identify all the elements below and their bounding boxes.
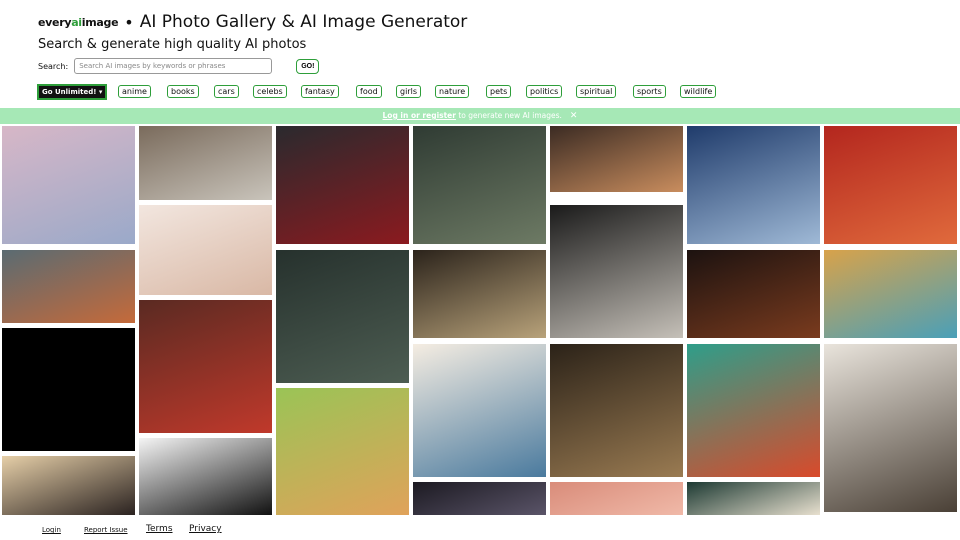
gallery-image[interactable] <box>275 387 410 516</box>
tag-girls[interactable]: girls <box>396 85 421 98</box>
footer-privacy-link[interactable]: Privacy <box>189 524 222 534</box>
gallery-image[interactable] <box>1 125 136 245</box>
gallery-image[interactable] <box>275 125 410 245</box>
gallery-image[interactable] <box>138 437 273 516</box>
tag-fantasy[interactable]: fantasy <box>301 85 339 98</box>
tag-books[interactable]: books <box>167 85 199 98</box>
gallery-image[interactable] <box>549 125 684 193</box>
footer-report-link[interactable]: Report Issue <box>84 526 128 534</box>
tag-food[interactable]: food <box>356 85 382 98</box>
gallery-image[interactable] <box>686 481 821 516</box>
gallery-image[interactable] <box>686 249 821 339</box>
page-subtitle: Search & generate high quality AI photos <box>38 37 307 52</box>
gallery-image[interactable] <box>686 343 821 478</box>
gallery-image[interactable] <box>823 249 958 339</box>
login-banner: Log in or register to generate new AI im… <box>0 108 960 124</box>
tag-nature[interactable]: nature <box>435 85 470 98</box>
login-register-link[interactable]: Log in or register <box>383 111 456 120</box>
tag-celebs[interactable]: celebs <box>253 85 287 98</box>
tag-cars[interactable]: cars <box>214 85 239 98</box>
tag-anime[interactable]: anime <box>118 85 151 98</box>
gallery-image[interactable] <box>686 125 821 245</box>
gallery-image[interactable] <box>412 343 547 478</box>
gallery-image[interactable] <box>138 299 273 434</box>
gallery-image[interactable] <box>1 249 136 324</box>
gallery-image[interactable] <box>549 343 684 478</box>
tag-wildlife[interactable]: wildlife <box>680 85 717 98</box>
search-bar: Search: Search AI images by keywords or … <box>38 58 320 74</box>
gallery-image[interactable] <box>138 204 273 296</box>
gallery-image[interactable] <box>823 125 958 245</box>
tag-politics[interactable]: politics <box>526 85 563 98</box>
search-label: Search: <box>38 61 69 71</box>
tag-spiritual[interactable]: spiritual <box>576 85 617 98</box>
title-separator: • <box>124 12 134 32</box>
gallery-image[interactable] <box>412 481 547 516</box>
search-input[interactable]: Search AI images by keywords or phrases <box>74 58 273 74</box>
footer: Login Report Issue Terms Privacy <box>0 516 960 540</box>
footer-terms-link[interactable]: Terms <box>146 524 173 534</box>
gallery-image[interactable] <box>412 249 547 339</box>
gallery-image[interactable] <box>823 343 958 513</box>
header: everyaiimage • AI Photo Gallery & AI Ima… <box>38 10 467 34</box>
go-unlimited-button[interactable]: Go Unlimited! ▾ <box>36 84 108 100</box>
page-title: AI Photo Gallery & AI Image Generator <box>139 12 468 32</box>
gallery-image[interactable] <box>549 204 684 339</box>
gallery-image[interactable] <box>1 327 136 452</box>
site-logo[interactable]: everyaiimage <box>38 16 119 29</box>
footer-login-link[interactable]: Login <box>42 526 61 534</box>
tag-bar: Go Unlimited! ▾ anime books cars celebs … <box>36 84 938 100</box>
gallery-image[interactable] <box>549 481 684 516</box>
close-icon[interactable]: ✕ <box>570 111 578 121</box>
tag-sports[interactable]: sports <box>633 85 666 98</box>
go-button[interactable]: GO! <box>296 58 320 74</box>
gallery-image[interactable] <box>275 249 410 384</box>
gallery-image[interactable] <box>1 455 136 516</box>
tag-pets[interactable]: pets <box>486 85 512 98</box>
image-gallery <box>0 125 960 516</box>
gallery-image[interactable] <box>138 125 273 201</box>
gallery-image[interactable] <box>412 125 547 245</box>
banner-text: to generate new AI images. <box>455 111 562 120</box>
